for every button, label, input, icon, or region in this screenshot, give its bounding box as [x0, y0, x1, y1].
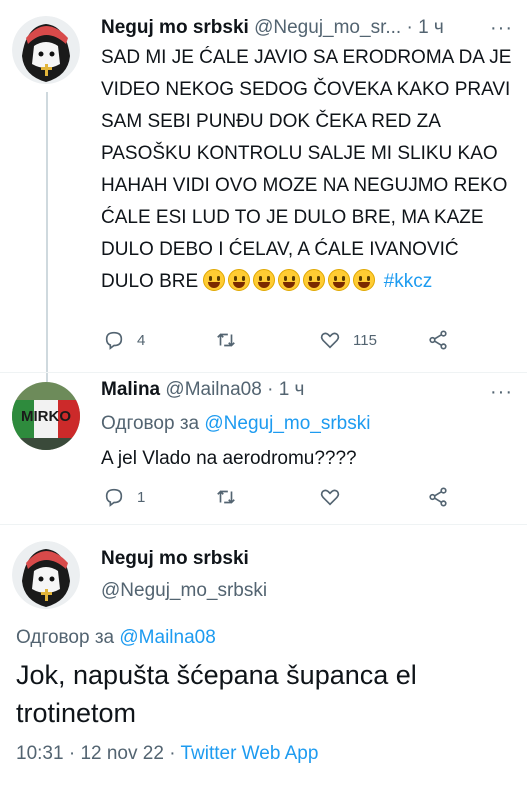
display-name-text: Neguj mo srbski — [101, 548, 249, 569]
more-options-button[interactable]: ··· — [490, 18, 513, 38]
tweet-text: A jel Vlado na aerodromu???? — [101, 448, 357, 469]
share-button[interactable] — [427, 486, 449, 508]
laughing-emoji — [228, 269, 251, 291]
tweet-metadata: 10:31 · 12 nov 22 · Twitter Web App — [16, 743, 318, 765]
reply-prefix: Одговор за — [101, 413, 200, 434]
reply-count: 1 — [137, 488, 146, 506]
mention-link[interactable]: @Mailna08 — [119, 627, 215, 648]
timestamp[interactable]: 1 ч — [279, 379, 305, 400]
reply-button[interactable]: 4 — [103, 329, 145, 351]
tweet-header: Neguj mo srbski @Neguj_mo_sr... · 1 ч — [101, 17, 444, 39]
tweet-text: Jok, napušta šćepana šupanca el trotinet… — [16, 660, 417, 728]
like-count: 115 — [353, 331, 377, 349]
tweet-actions: 1 — [101, 486, 461, 510]
replying-to: Одговор за @Neguj_mo_srbski — [101, 413, 370, 435]
smiley-emoji — [203, 269, 226, 291]
reply-button[interactable]: 1 — [103, 486, 145, 508]
smiley-emoji — [253, 269, 276, 291]
display-name[interactable]: Neguj mo srbski — [101, 17, 249, 38]
like-button[interactable]: 115 — [319, 329, 377, 351]
separator: · — [406, 17, 413, 38]
replying-to: Одговор за @Mailna08 — [16, 627, 216, 649]
tweet-2[interactable]: MIRKO Malina @Mailna08 · 1 ч Одговор за … — [0, 373, 527, 523]
grinning-emoji — [278, 269, 301, 291]
display-name[interactable]: Malina — [101, 379, 160, 400]
retweet-button[interactable] — [215, 329, 237, 351]
user-handle-text: @Neguj_mo_srbski — [101, 580, 268, 601]
retweet-icon — [217, 333, 235, 347]
emoji-row — [203, 269, 378, 292]
retweet-icon — [217, 490, 235, 504]
nun-avatar-image — [12, 541, 80, 609]
tweet-time[interactable]: 10:31 — [16, 743, 64, 764]
user-handle[interactable]: @Neguj_mo_sr... — [254, 17, 401, 38]
separator: · — [169, 743, 176, 764]
reply-count: 4 — [137, 331, 146, 349]
hashtag-link[interactable]: #kkcz — [384, 271, 433, 292]
retweet-button[interactable] — [215, 486, 237, 508]
user-handle[interactable]: @Neguj_mo_srbski — [101, 580, 267, 602]
avatar[interactable] — [12, 541, 80, 609]
more-options-button[interactable]: ··· — [490, 382, 513, 402]
tweet-date[interactable]: 12 nov 22 — [80, 743, 163, 764]
timestamp[interactable]: 1 ч — [418, 17, 444, 38]
tweet-header: Malina @Mailna08 · 1 ч — [101, 379, 304, 401]
nun-avatar-image — [12, 16, 80, 84]
reply-icon — [105, 488, 123, 507]
heart-icon — [320, 332, 340, 349]
avatar[interactable] — [12, 16, 80, 84]
tweet-text: SAD MI JE ĆALE JAVIO SA ERODROMA DA JE V… — [101, 42, 516, 298]
tweet-3-focused: Neguj mo srbski @Neguj_mo_srbski Одговор… — [0, 525, 527, 800]
laughing-emoji — [328, 269, 351, 291]
smiley-emoji — [353, 269, 376, 291]
reply-prefix: Одговор за — [16, 627, 115, 648]
share-button[interactable] — [427, 329, 449, 351]
share-icon — [429, 330, 447, 350]
like-button[interactable] — [319, 486, 341, 508]
reply-icon — [105, 331, 123, 350]
share-icon — [429, 487, 447, 507]
user-handle[interactable]: @Mailna08 — [165, 379, 261, 400]
tweet-text-content: SAD MI JE ĆALE JAVIO SA ERODROMA DA JE V… — [101, 47, 512, 292]
thread-line — [46, 92, 48, 382]
smiley-emoji — [303, 269, 326, 291]
display-name[interactable]: Neguj mo srbski — [101, 548, 249, 570]
tweet-actions: 4 115 — [101, 329, 461, 353]
heart-icon — [320, 489, 340, 506]
source-link[interactable]: Twitter Web App — [180, 743, 318, 764]
avatar[interactable]: MIRKO — [12, 382, 80, 450]
mention-link[interactable]: @Neguj_mo_srbski — [204, 413, 370, 434]
separator: · — [267, 379, 274, 400]
separator: · — [68, 743, 76, 764]
tweet-1[interactable]: Neguj mo srbski @Neguj_mo_sr... · 1 ч SA… — [0, 0, 527, 382]
avatar-banner-text: MIRKO — [21, 408, 71, 425]
